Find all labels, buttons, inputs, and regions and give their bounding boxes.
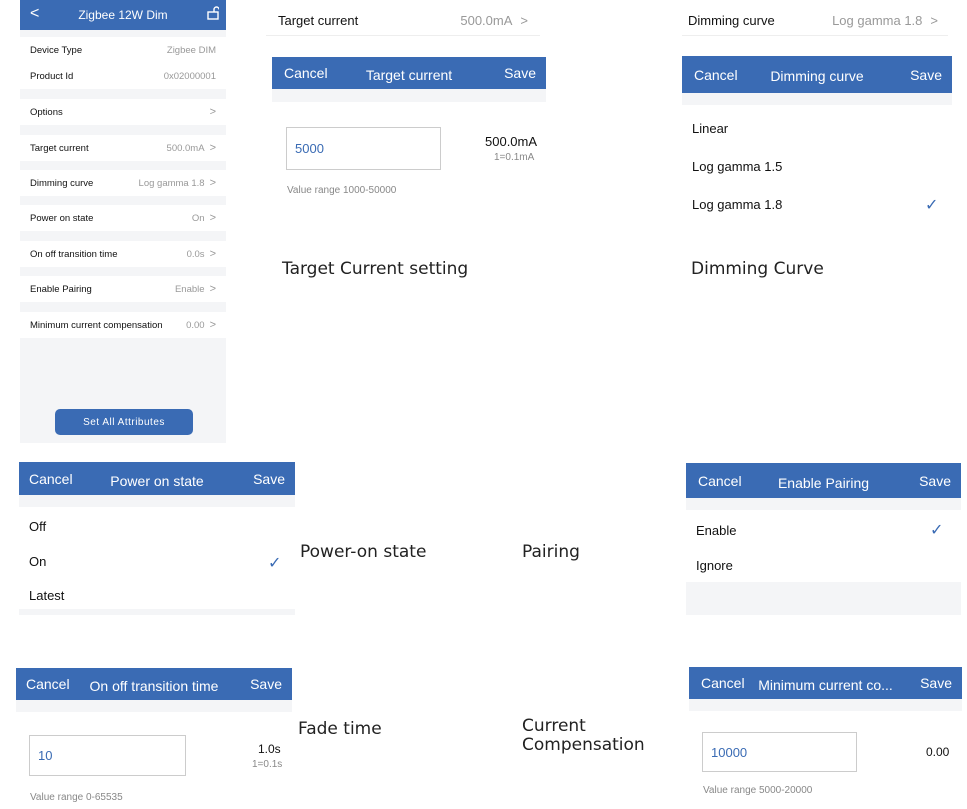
chevron-right-icon: > <box>209 319 216 331</box>
caption-pairing: Pairing <box>522 542 580 562</box>
option-log-gamma-18[interactable]: Log gamma 1.8 <box>692 197 782 212</box>
unlock-icon[interactable] <box>207 6 219 20</box>
row-transition-time[interactable]: On off transition time 0.0s > <box>20 241 226 267</box>
row-device-type: Device Type Zigbee DIM <box>20 37 226 63</box>
save-button[interactable]: Save <box>504 65 536 81</box>
mincomp-dialog-header: Cancel Minimum current co... Save <box>689 667 962 699</box>
option-off[interactable]: Off <box>29 519 46 534</box>
checkmark-icon: ✓ <box>268 555 282 572</box>
empty-area <box>686 582 961 615</box>
target-current-input[interactable]: 5000 <box>286 127 441 170</box>
dimming-curve-dialog-header: Cancel Dimming curve Save <box>682 56 952 93</box>
save-button[interactable]: Save <box>920 675 952 691</box>
target-current-dialog-header: Cancel Target current Save <box>272 57 546 89</box>
device-title: Zigbee 12W Dim <box>78 8 168 22</box>
chevron-right-icon: > <box>209 248 216 260</box>
option-on[interactable]: On <box>29 554 46 569</box>
chevron-right-icon: > <box>520 13 528 28</box>
caption-dimming-curve: Dimming Curve <box>691 259 824 279</box>
row-min-current-comp[interactable]: Minimum current compensation 0.00 > <box>20 312 226 338</box>
transition-dialog-header: Cancel On off transition time Save <box>16 668 292 700</box>
device-header: < Zigbee 12W Dim <box>20 0 226 30</box>
mincomp-value: 0.00 <box>926 745 950 759</box>
row-enable-pairing[interactable]: Enable Pairing Enable > <box>20 276 226 302</box>
row-power-on-state[interactable]: Power on state On > <box>20 205 226 231</box>
target-current-unit: 1=0.1mA <box>494 152 535 163</box>
checkmark-icon: ✓ <box>925 197 939 214</box>
transition-time-value: 1.0s <box>258 742 281 756</box>
chevron-right-icon: > <box>209 142 216 154</box>
caption-target-current: Target Current setting <box>282 259 469 279</box>
option-ignore[interactable]: Ignore <box>696 558 733 573</box>
divider <box>272 89 546 102</box>
save-button[interactable]: Save <box>910 67 942 83</box>
transition-time-unit: 1=0.1s <box>252 759 283 770</box>
checkmark-icon: ✓ <box>930 522 944 539</box>
divider <box>16 700 292 712</box>
chevron-right-icon: > <box>209 283 216 295</box>
save-button[interactable]: Save <box>250 676 282 692</box>
divider <box>19 609 295 615</box>
caption-power-on-state: Power-on state <box>300 542 427 562</box>
device-panel: < Zigbee 12W Dim Device Type Zigbee DIM … <box>20 0 226 443</box>
pairing-dialog-header: Cancel Enable Pairing Save <box>686 463 961 498</box>
option-log-gamma-15[interactable]: Log gamma 1.5 <box>692 159 782 174</box>
save-button[interactable]: Save <box>253 471 285 487</box>
option-latest[interactable]: Latest <box>29 588 64 603</box>
chevron-right-icon: > <box>209 212 216 224</box>
chevron-right-icon: > <box>930 13 938 28</box>
target-current-row[interactable]: Target current 500.0mA > <box>266 6 540 36</box>
chevron-right-icon: > <box>209 106 216 118</box>
mincomp-input[interactable]: 10000 <box>702 732 857 772</box>
save-button[interactable]: Save <box>919 473 951 489</box>
set-all-attributes-button[interactable]: Set All Attributes <box>55 409 193 435</box>
divider <box>686 498 961 510</box>
dimming-curve-row[interactable]: Dimming curve Log gamma 1.8 > <box>682 6 948 36</box>
row-dimming-curve[interactable]: Dimming curve Log gamma 1.8 > <box>20 170 226 196</box>
transition-time-input[interactable]: 10 <box>29 735 186 776</box>
option-linear[interactable]: Linear <box>692 121 728 136</box>
transition-time-range: Value range 0-65535 <box>30 792 123 803</box>
caption-current-compensation: Current Compensation <box>522 716 645 755</box>
caption-fade-time: Fade time <box>298 719 382 739</box>
divider <box>689 699 962 711</box>
option-enable[interactable]: Enable <box>696 523 736 538</box>
row-options[interactable]: Options > <box>20 99 226 125</box>
target-current-value: 500.0mA <box>485 134 538 149</box>
chevron-right-icon: > <box>209 177 216 189</box>
row-target-current[interactable]: Target current 500.0mA > <box>20 135 226 161</box>
row-product-id: Product Id 0x02000001 <box>20 63 226 89</box>
power-on-dialog-header: Cancel Power on state Save <box>19 462 295 495</box>
mincomp-range: Value range 5000-20000 <box>703 785 813 796</box>
divider <box>682 93 952 105</box>
target-current-range: Value range 1000-50000 <box>287 185 397 196</box>
divider <box>19 495 295 507</box>
